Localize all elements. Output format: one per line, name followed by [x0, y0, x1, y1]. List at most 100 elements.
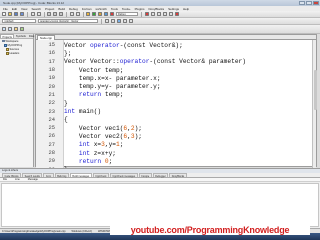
project-icon: [4, 44, 7, 47]
code-line[interactable]: 25 Vector vec1(6, 2);: [49, 124, 309, 132]
code-editor[interactable]: Node.cpp 15 Vector operator -(const Vector…: [35, 34, 317, 174]
menu-search[interactable]: Search: [31, 7, 41, 11]
rebuild-icon[interactable]: [104, 12, 108, 16]
menu-edit[interactable]: Edit: [12, 7, 17, 11]
management-panel: Projects Symbols Files Workspace MyOOPPr…: [0, 34, 34, 167]
step-out-icon[interactable]: [168, 12, 173, 16]
logs-tab[interactable]: Build messages: [69, 173, 92, 178]
stop-debugger-icon[interactable]: [174, 12, 179, 16]
new-file-icon[interactable]: [2, 12, 6, 16]
code-line[interactable]: 27 int x= 3 ,y= 1;: [49, 141, 309, 149]
minimize-button[interactable]: [299, 1, 305, 5]
folder-icon: [6, 52, 9, 55]
save-all-icon[interactable]: [20, 12, 24, 16]
code-line[interactable]: 22}: [49, 99, 309, 107]
logs-tab[interactable]: CppCheck: [92, 173, 109, 178]
run-to-cursor-icon[interactable]: [150, 12, 155, 16]
doxy-extract-icon[interactable]: [8, 27, 12, 31]
build-target-select[interactable]: Debug: [116, 11, 138, 17]
doxy-icon[interactable]: [2, 27, 6, 31]
step-into-icon[interactable]: [162, 12, 167, 16]
code-line[interactable]: 23 int main(): [49, 107, 309, 115]
code-line[interactable]: 21 return temp;: [49, 91, 309, 99]
menu-fortran[interactable]: Fortran: [82, 7, 92, 11]
undo-icon[interactable]: [30, 12, 35, 16]
fortran-icon[interactable]: [20, 27, 24, 31]
global-scope-select[interactable]: <global>: [2, 18, 36, 24]
code-line[interactable]: 29 return 0;: [49, 157, 309, 165]
code-token: Vector: [64, 41, 90, 49]
redo-icon[interactable]: [36, 12, 41, 16]
close-button[interactable]: [313, 1, 319, 5]
code-line[interactable]: 20 temp.y=y- parameter.y;: [49, 83, 309, 91]
menu-view[interactable]: View: [21, 7, 27, 11]
find-icon[interactable]: [69, 12, 74, 16]
menu-project[interactable]: Project: [45, 7, 54, 11]
logs-tab[interactable]: Cscope: [138, 173, 152, 178]
tab-symbols[interactable]: Symbols: [14, 34, 27, 38]
code-line[interactable]: 15 Vector operator -(const Vector&);: [49, 41, 309, 49]
menu-build[interactable]: Build: [58, 7, 65, 11]
code-line[interactable]: 17 Vector Vector:: operator -(const Vector&…: [49, 58, 309, 66]
menu-debug[interactable]: Debug: [69, 7, 78, 11]
save-icon[interactable]: [14, 12, 18, 16]
logs-tab[interactable]: Build log: [54, 173, 69, 178]
build-messages-list[interactable]: [1, 183, 319, 227]
line-number: 25: [48, 125, 55, 132]
editor-vertical-scrollbar[interactable]: [312, 40, 317, 168]
logs-tab[interactable]: Cccc: [43, 173, 54, 178]
code-line[interactable]: 24 {: [49, 116, 309, 124]
maximize-button[interactable]: [306, 1, 312, 5]
menu-doxyblocks[interactable]: DoxyBlocks: [148, 7, 164, 11]
code-token: return: [78, 91, 102, 99]
comment-icon[interactable]: [122, 19, 127, 23]
column-line[interactable]: Line: [15, 178, 20, 181]
menu-plugins[interactable]: Plugins: [135, 7, 145, 11]
menu-tools-plus[interactable]: Tools+: [122, 7, 131, 11]
code-token: };: [64, 49, 72, 57]
code-line[interactable]: 28 int z=x+y;: [49, 149, 309, 157]
code-line[interactable]: 16};: [49, 49, 309, 57]
menu-tools[interactable]: Tools: [111, 7, 118, 11]
run-icon[interactable]: [92, 12, 96, 16]
workspace-icon: [2, 39, 5, 43]
bookmark-icon[interactable]: [116, 19, 121, 23]
logs-tab[interactable]: CppCheck messages: [109, 173, 138, 178]
function-scope-select[interactable]: operator+(const Vector&) : Vector: [38, 18, 98, 24]
tree-item-headers[interactable]: Headers: [0, 52, 33, 56]
logs-tab[interactable]: Search results: [22, 173, 43, 178]
code-area[interactable]: 15 Vector operator -(const Vector&); 16}; 17…: [49, 40, 314, 174]
wxsmith-icon[interactable]: [14, 27, 18, 31]
tab-projects[interactable]: Projects: [0, 34, 15, 39]
abort-icon[interactable]: [110, 12, 114, 16]
line-number: 29: [48, 158, 55, 165]
scrollbar-thumb[interactable]: [313, 70, 317, 110]
build-and-run-icon[interactable]: [98, 12, 102, 16]
paste-icon[interactable]: [59, 12, 63, 16]
code-line[interactable]: 19 temp.x=x- parameter.x;: [49, 74, 309, 82]
logs-tab[interactable]: Code::Blocks: [2, 173, 22, 178]
menu-help[interactable]: Help: [183, 7, 189, 11]
jump-back-icon[interactable]: [104, 19, 109, 23]
menu-wxsmith[interactable]: wxSmith: [96, 7, 107, 11]
build-gear-icon[interactable]: [86, 12, 90, 16]
next-line-icon[interactable]: [156, 12, 161, 16]
logs-tab[interactable]: DoxyBlocks: [169, 173, 187, 178]
line-number: 18: [48, 67, 55, 74]
code-line[interactable]: 26 Vector vec2(6, 3);: [49, 132, 309, 140]
column-message[interactable]: Message: [28, 178, 38, 181]
replace-icon[interactable]: [75, 12, 80, 16]
code-token: int: [78, 141, 90, 149]
uncomment-icon[interactable]: [128, 19, 133, 23]
code-line[interactable]: 18 Vector temp;: [49, 66, 309, 74]
code-token: Vector vec2(: [64, 132, 124, 140]
open-folder-icon[interactable]: [8, 12, 12, 16]
copy-icon[interactable]: [53, 12, 57, 16]
debug-icon[interactable]: [144, 12, 149, 16]
jump-forward-icon[interactable]: [110, 19, 115, 23]
logs-tab[interactable]: Debugger: [152, 173, 169, 178]
menu-settings[interactable]: Settings: [168, 7, 179, 11]
cut-icon[interactable]: [47, 12, 51, 16]
menu-file[interactable]: File: [3, 7, 8, 11]
column-file[interactable]: File: [3, 178, 7, 181]
